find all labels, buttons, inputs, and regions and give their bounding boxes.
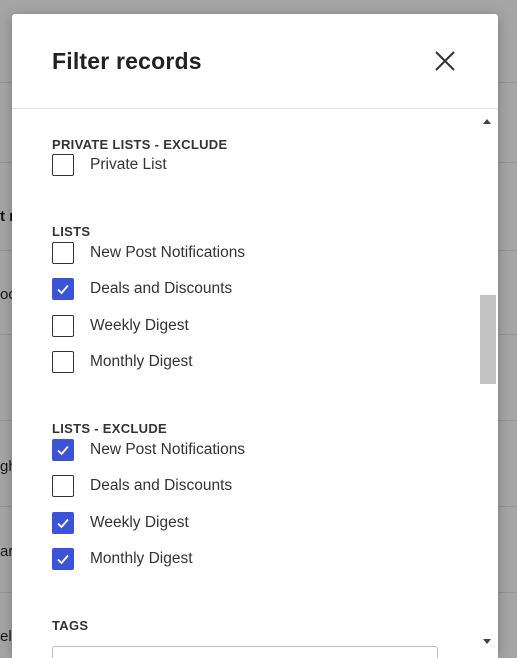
- checkbox-private-list[interactable]: Private List: [52, 152, 432, 178]
- section-label-lists: LISTS: [52, 224, 91, 239]
- checkbox-label: Weekly Digest: [90, 514, 189, 531]
- scrollbar-thumb[interactable]: [480, 295, 496, 384]
- checkbox-exclude-weekly-digest[interactable]: Weekly Digest: [52, 510, 432, 536]
- checkbox[interactable]: [52, 548, 74, 570]
- checkbox[interactable]: [52, 242, 74, 264]
- checkbox-label: Deals and Discounts: [90, 477, 233, 494]
- checkbox-lists-new-post-notifications[interactable]: New Post Notifications: [52, 240, 432, 266]
- checkbox[interactable]: [52, 475, 74, 497]
- dialog-title: Filter records: [52, 48, 202, 74]
- checkmark-icon: [57, 445, 69, 456]
- checkmark-icon: [57, 554, 69, 565]
- filter-records-dialog: Filter records PRIVATE LISTS - EXCLUDE P…: [12, 14, 498, 658]
- checkbox[interactable]: [52, 154, 74, 176]
- checkbox-label: New Post Notifications: [90, 441, 246, 458]
- scroll-down-arrow-icon[interactable]: [483, 639, 491, 644]
- checkbox[interactable]: [52, 439, 74, 461]
- checkbox-lists-weekly-digest[interactable]: Weekly Digest: [52, 313, 432, 339]
- checkbox-exclude-new-post-notifications[interactable]: New Post Notifications: [52, 437, 432, 463]
- checkbox-label: Deals and Discounts: [90, 280, 233, 297]
- checkbox-label: Monthly Digest: [90, 550, 193, 567]
- checkbox-lists-deals-and-discounts[interactable]: Deals and Discounts: [52, 276, 432, 302]
- section-label-tags: TAGS: [52, 618, 89, 633]
- dialog-header: Filter records: [12, 14, 498, 109]
- checkbox[interactable]: [52, 315, 74, 337]
- checkbox-exclude-deals-and-discounts[interactable]: Deals and Discounts: [52, 473, 432, 499]
- checkmark-icon: [57, 518, 69, 529]
- close-button[interactable]: [430, 46, 460, 76]
- checkbox-lists-monthly-digest[interactable]: Monthly Digest: [52, 349, 432, 375]
- checkbox[interactable]: [52, 278, 74, 300]
- dialog-body: PRIVATE LISTS - EXCLUDE Private List LIS…: [12, 109, 478, 658]
- tags-input[interactable]: [52, 646, 438, 658]
- section-label-private-lists-exclude: PRIVATE LISTS - EXCLUDE: [52, 137, 228, 152]
- checkbox[interactable]: [52, 351, 74, 373]
- scroll-up-arrow-icon[interactable]: [483, 119, 491, 124]
- dialog-scrollbar[interactable]: [478, 109, 498, 658]
- checkbox-label: Weekly Digest: [90, 317, 189, 334]
- checkbox-label: Monthly Digest: [90, 353, 193, 370]
- checkmark-icon: [57, 284, 69, 295]
- close-icon: [435, 51, 455, 71]
- checkbox-label: New Post Notifications: [90, 244, 246, 261]
- checkbox-label: Private List: [90, 156, 167, 173]
- checkbox[interactable]: [52, 512, 74, 534]
- checkbox-exclude-monthly-digest[interactable]: Monthly Digest: [52, 546, 432, 572]
- section-label-lists-exclude: LISTS - EXCLUDE: [52, 421, 168, 436]
